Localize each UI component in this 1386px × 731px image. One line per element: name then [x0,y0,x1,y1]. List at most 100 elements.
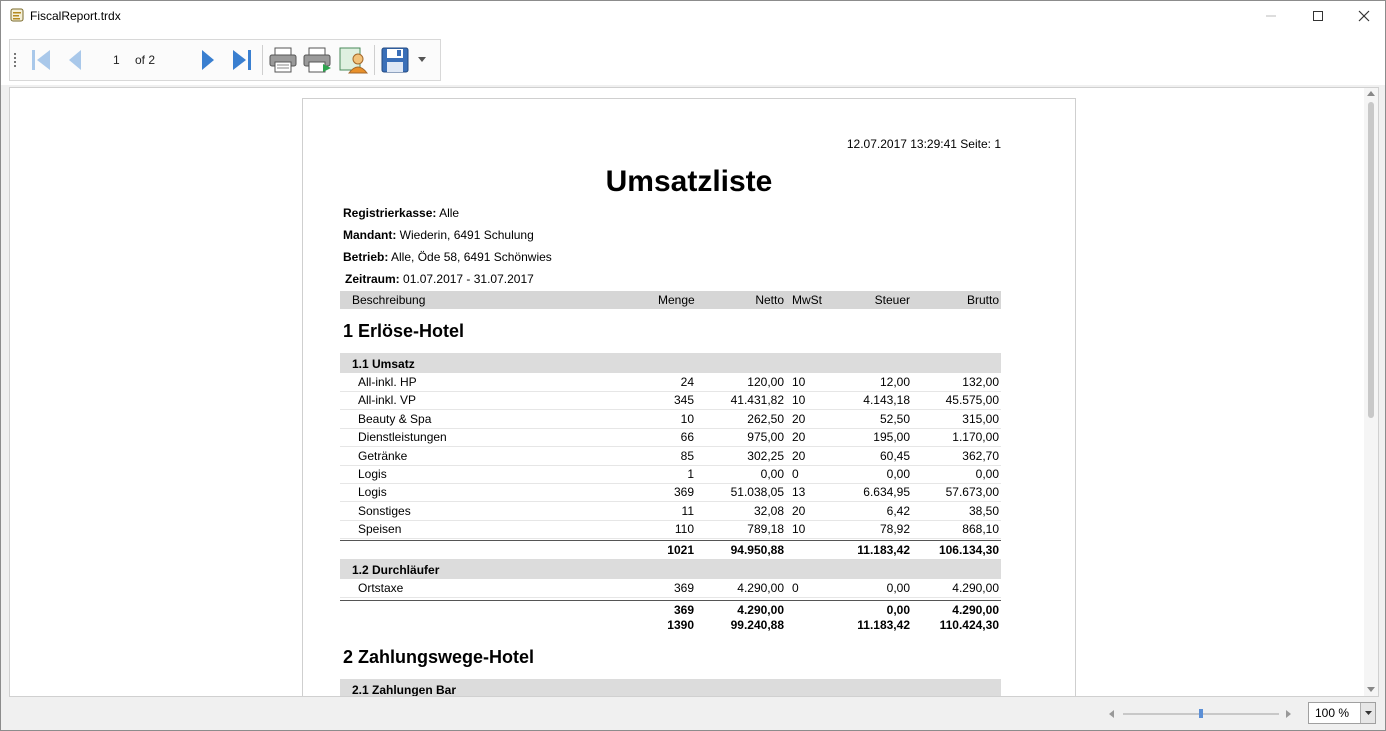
group-header: 1.2 Durchläufer [340,559,1001,579]
page-setup-button[interactable] [337,46,369,74]
last-page-icon [233,50,251,70]
column-header-row: Beschreibung Menge Netto MwSt Steuer Bru… [340,291,1001,309]
cell-gross: 4.290,00 [952,581,999,595]
chevron-down-icon [1364,710,1372,715]
table-row: Ortstaxe 369 4.290,00 0 0,00 4.290,00 [340,579,1001,598]
cell-vat: 10 [792,375,806,389]
meta-label: Mandant: [343,228,397,242]
close-button[interactable] [1341,1,1386,31]
maximize-icon [1313,11,1323,21]
cell-vat: 20 [792,448,806,463]
maximize-button[interactable] [1295,1,1341,31]
page-count-label: of 2 [135,53,156,67]
cell-description: Getränke [358,448,408,463]
meta-label: Zeitraum: [345,272,400,286]
next-page-button[interactable] [196,46,220,74]
report-viewer[interactable]: 12.07.2017 13:29:41 Seite: 1 Umsatzliste… [9,87,1379,697]
cell-vat: 20 [792,503,806,518]
scrollbar-thumb[interactable] [1368,102,1374,418]
report-title: Umsatzliste [605,165,773,198]
toolbar-area: 1 of 2 [1,31,1385,85]
group-title: 1.1 Umsatz [352,357,415,371]
cell-gross: 868,10 [962,522,999,537]
column-header-vat: MwSt [792,293,822,307]
minimize-icon [1266,15,1276,17]
report-toolbar: 1 of 2 [9,39,441,81]
toolbar-separator [374,45,375,75]
export-button[interactable] [378,46,412,74]
cell-tax: 52,50 [879,411,910,426]
cell-vat: 13 [792,485,806,500]
cell-net: 32,08 [753,503,784,518]
section-total-row: 1390 99.240,88 11.183,42 110.424,30 [340,616,1001,633]
last-page-button[interactable] [229,46,255,74]
zoom-select[interactable]: 100 % [1308,702,1376,724]
zoom-out-icon[interactable] [1109,710,1115,718]
print-preview-button[interactable] [302,46,334,74]
cell-net: 41.431,82 [730,393,784,408]
cell-quantity: 110 [674,522,694,537]
cell-description: Dienstleistungen [358,430,447,445]
report-app-icon [10,8,24,22]
print-button[interactable] [267,46,299,74]
zoom-value: 100 % [1315,706,1350,720]
report-timestamp: 12.07.2017 13:29:41 Seite: 1 [846,137,1001,151]
zoom-in-icon[interactable] [1285,710,1291,718]
title-bar: FiscalReport.trdx [1,1,1385,31]
first-page-button[interactable] [28,46,54,74]
table-row: Logis 369 51.038,05 13 6.634,95 57.673,00 [340,483,1001,503]
cell-quantity: 10 [680,411,694,426]
meta-label: Betrieb: [343,250,389,264]
table-row: All-inkl. VP 345 41.431,82 10 4.143,18 45.575… [340,391,1001,411]
minimize-button[interactable] [1248,1,1294,31]
previous-page-button[interactable] [63,46,87,74]
meta-business: Betrieb: Alle, Öde 58, 6491 Schönwies [343,250,552,264]
section-title: 2 Zahlungswege-Hotel [343,647,535,667]
cell-vat: 10 [792,522,806,537]
cell-quantity: 345 [673,393,694,408]
zoom-slider-thumb[interactable] [1199,709,1203,718]
vertical-scrollbar[interactable] [1364,88,1378,696]
cell-tax: 78,92 [879,522,910,537]
table-row: Sonstiges 11 32,08 20 6,42 38,50 [340,502,1001,521]
cell-gross: 45.575,00 [945,393,999,408]
scroll-up-icon[interactable] [1367,91,1375,97]
total-gross: 4.290,00 [952,603,999,617]
cell-vat: 20 [792,411,806,426]
scroll-down-icon[interactable] [1367,687,1375,693]
cell-vat: 10 [792,393,806,408]
cell-description: All-inkl. HP [358,375,417,389]
cell-tax: 60,45 [879,448,910,463]
current-page-input[interactable]: 1 [113,53,120,67]
table-row: All-inkl. HP 24 120,00 10 12,00 132,00 [340,373,1001,392]
cell-description: Ortstaxe [358,581,404,595]
cell-quantity: 11 [681,503,694,518]
cell-tax: 0,00 [886,467,910,481]
meta-client: Mandant: Wiederin, 6491 Schulung [343,228,534,242]
meta-value: Alle, Öde 58, 6491 Schönwies [391,250,552,264]
cell-vat: 0 [792,581,799,595]
cell-quantity: 24 [680,375,694,389]
cell-quantity: 66 [680,430,694,445]
cell-description: Speisen [358,522,402,537]
toolbar-grip[interactable] [14,53,16,67]
cell-description: Logis [358,485,387,500]
export-format-dropdown[interactable] [415,46,429,74]
cell-gross: 38,50 [968,503,999,518]
total-tax: 0,00 [886,603,910,617]
cell-description: Logis [358,467,387,481]
zoom-dropdown-button[interactable] [1360,703,1375,723]
cell-tax: 6,42 [886,503,910,518]
total-quantity: 1021 [667,543,694,557]
total-tax: 11.183,42 [857,618,910,632]
total-quantity: 1390 [667,618,694,632]
cell-quantity: 369 [673,485,694,500]
cell-quantity: 1 [687,467,694,481]
total-gross: 110.424,30 [939,618,999,632]
cell-net: 4.290,00 [737,581,784,595]
meta-register: Registrierkasse: Alle [343,206,459,220]
page-setup-icon [339,47,368,74]
cell-vat: 0 [792,467,799,481]
cell-net: 975,00 [747,430,784,445]
window-title: FiscalReport.trdx [30,9,121,23]
